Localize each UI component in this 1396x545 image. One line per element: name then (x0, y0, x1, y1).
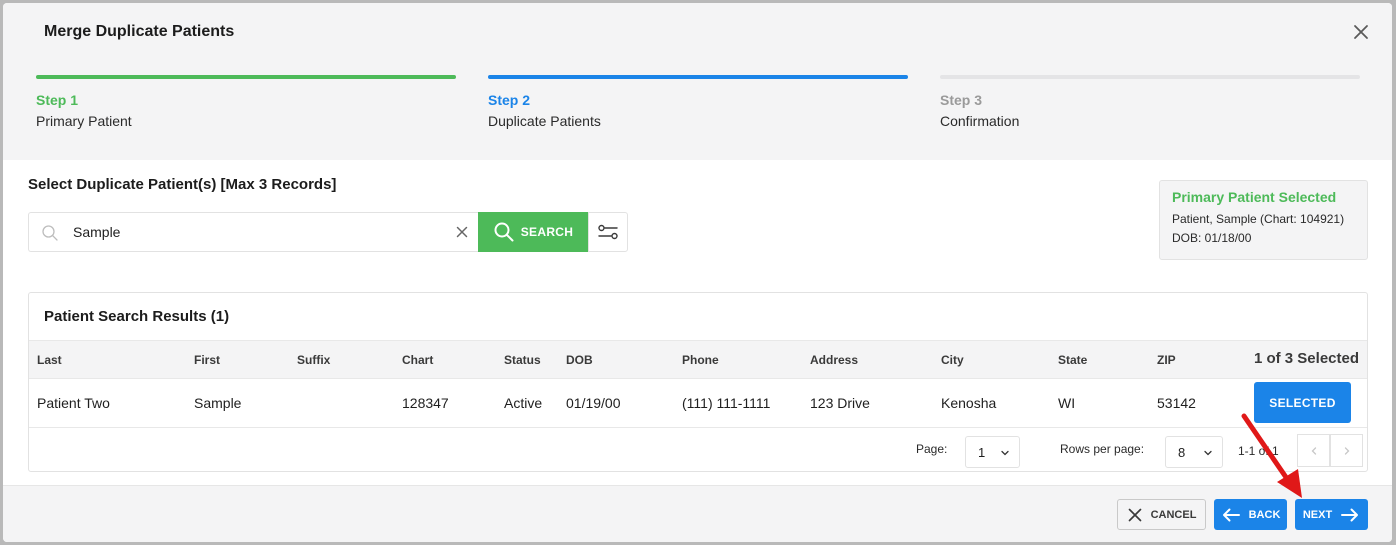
clear-search-icon[interactable] (454, 224, 470, 240)
chevron-right-icon (1344, 446, 1349, 455)
column-header-phone: Phone (682, 353, 719, 367)
search-button[interactable]: SEARCH (478, 212, 588, 252)
column-header-first: First (194, 353, 221, 367)
search-field (28, 212, 478, 252)
dialog-title: Merge Duplicate Patients (44, 23, 235, 40)
section-title: Select Duplicate Patient(s) [Max 3 Recor… (28, 176, 337, 193)
cell-zip: 53142 (1157, 395, 1196, 411)
step-2-progress-bar (488, 75, 908, 79)
cell-address: 123 Drive (810, 395, 870, 411)
pagination: Page: 1 Rows per page: 8 1-1 of 1 (29, 428, 1367, 472)
next-button-label: NEXT (1302, 508, 1333, 521)
next-page-button[interactable] (1330, 434, 1363, 467)
step-3-label: Step 3 (940, 92, 983, 108)
page-label: Page: (916, 442, 948, 456)
back-button-label: BACK (1248, 508, 1281, 521)
previous-page-button[interactable] (1297, 434, 1330, 467)
column-header-chart: Chart (402, 353, 434, 367)
stepper-step-1: Step 1 Primary Patient (36, 75, 456, 129)
cell-first: Sample (194, 395, 242, 411)
cell-state: WI (1058, 395, 1076, 411)
patient-search-results: Patient Search Results (1) Last First Su… (28, 292, 1368, 472)
chevron-down-icon (1204, 450, 1212, 456)
dialog-footer: CANCEL BACK NEXT (3, 485, 1392, 542)
primary-patient-heading: Primary Patient Selected (1172, 189, 1337, 205)
merge-duplicate-patients-dialog: Merge Duplicate Patients Step 1 Primary … (3, 3, 1392, 542)
column-header-last: Last (37, 353, 62, 367)
primary-patient-card: Primary Patient Selected Patient, Sample… (1159, 180, 1368, 260)
results-title: Patient Search Results (1) (44, 308, 230, 325)
column-header-status: Status (504, 353, 541, 367)
next-button[interactable]: NEXT (1295, 499, 1368, 530)
back-button[interactable]: BACK (1214, 499, 1287, 530)
search-icon (494, 222, 514, 242)
arrow-right-icon (1341, 508, 1359, 521)
column-header-dob: DOB (566, 353, 593, 367)
primary-patient-name: Patient, Sample (Chart: 104921) (1172, 212, 1345, 226)
step-2-name: Duplicate Patients (488, 113, 601, 129)
step-3-progress-bar (940, 75, 1360, 79)
cell-city: Kenosha (941, 395, 997, 411)
page-range: 1-1 of 1 (1238, 444, 1279, 458)
step-2-label: Step 2 (488, 92, 531, 108)
column-header-address: Address (810, 353, 859, 367)
step-1-name: Primary Patient (36, 113, 132, 129)
selected-button[interactable]: SELECTED (1254, 382, 1351, 423)
sliders-icon (598, 224, 618, 240)
cancel-button[interactable]: CANCEL (1117, 499, 1206, 530)
stepper-step-2: Step 2 Duplicate Patients (488, 75, 908, 129)
step-1-label: Step 1 (36, 92, 79, 108)
step-1-progress-bar (36, 75, 456, 79)
page-select[interactable]: 1 (965, 436, 1020, 468)
filter-settings-button[interactable] (588, 212, 628, 252)
table-header: Last First Suffix Chart Status DOB Phone… (29, 340, 1367, 379)
close-icon[interactable] (1350, 21, 1372, 43)
column-header-zip: ZIP (1157, 353, 1176, 367)
column-header-city: City (941, 353, 964, 367)
cell-phone: (111) 111-1111 (682, 395, 771, 411)
search-icon (42, 225, 58, 241)
selected-count: 1 of 3 Selected (1253, 350, 1359, 367)
search-input[interactable] (73, 213, 443, 251)
column-header-suffix: Suffix (297, 353, 331, 367)
arrow-left-icon (1222, 508, 1240, 521)
cell-status: Active (504, 395, 543, 411)
primary-patient-dob: DOB: 01/18/00 (1172, 231, 1252, 245)
search-button-label: SEARCH (520, 225, 574, 239)
cancel-button-label: CANCEL (1150, 508, 1197, 521)
step-3-name: Confirmation (940, 113, 1020, 129)
column-header-state: State (1058, 353, 1088, 367)
page-select-value: 1 (978, 445, 986, 460)
chevron-down-icon (1001, 450, 1009, 456)
stepper-step-3: Step 3 Confirmation (940, 75, 1360, 129)
chevron-left-icon (1311, 446, 1316, 455)
table-row[interactable]: Patient Two Sample 128347 Active 01/19/0… (29, 379, 1367, 428)
rows-per-page-select[interactable]: 8 (1165, 436, 1223, 468)
cell-chart: 128347 (402, 395, 449, 411)
cell-last: Patient Two (37, 395, 110, 411)
close-icon (1128, 508, 1141, 521)
dialog-header: Merge Duplicate Patients Step 1 Primary … (3, 3, 1392, 160)
rows-per-page-value: 8 (1178, 445, 1186, 460)
rows-per-page-label: Rows per page: (1060, 442, 1145, 456)
cell-dob: 01/19/00 (566, 395, 621, 411)
